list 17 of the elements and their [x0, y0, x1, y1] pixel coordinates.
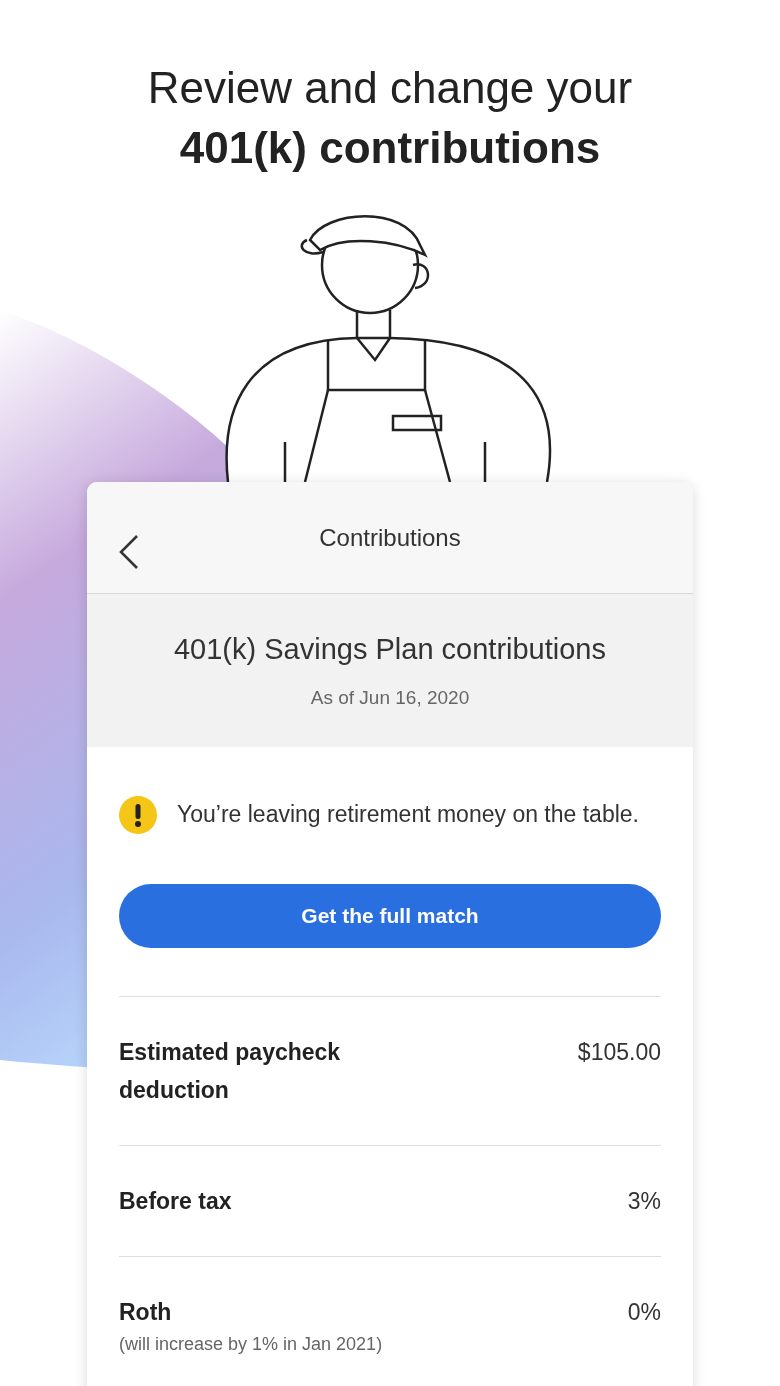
- row-value: $105.00: [577, 1038, 661, 1067]
- row-label: Roth: [119, 1298, 173, 1327]
- warning-icon: [119, 796, 157, 834]
- headline: Review and change your: [147, 62, 633, 114]
- alert-message: You’re leaving retirement money on the table.: [177, 800, 640, 829]
- row-value: 0%: [627, 1298, 661, 1327]
- headline: 401(k) contributions: [179, 122, 601, 174]
- back-icon: [119, 535, 139, 569]
- row-label: Estimated paycheck deduction: [119, 1038, 342, 1105]
- screen-title: Contributions: [319, 522, 461, 553]
- plan-title: 401(k) Savings Plan contributions: [174, 632, 606, 667]
- full-match-button[interactable]: Get the full match: [119, 884, 661, 948]
- row-note: (will increase by 1% in Jan 2021): [119, 1333, 384, 1356]
- as-of-date: As of Jun 16, 2020: [310, 685, 470, 710]
- row-label: Before tax: [119, 1187, 233, 1216]
- back-button[interactable]: [117, 534, 141, 570]
- row-value: 3%: [627, 1187, 661, 1216]
